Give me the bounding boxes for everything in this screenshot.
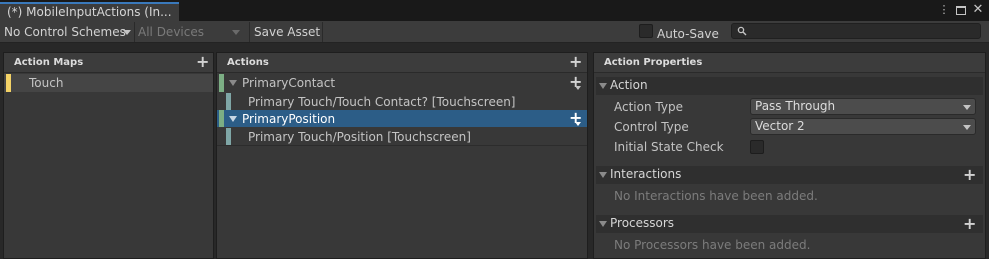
action-properties-header: Action Properties: [594, 53, 985, 73]
actions-panel: Actions + PrimaryContact + Primary Touch…: [216, 52, 588, 259]
chevron-down-icon: [575, 86, 581, 90]
actions-header: Actions +: [217, 53, 587, 73]
chevron-down-icon: [575, 122, 581, 126]
save-asset-button[interactable]: Save Asset: [254, 22, 324, 42]
add-action-map-icon[interactable]: +: [196, 53, 209, 71]
action-type-value: Pass Through: [755, 99, 836, 113]
action-maps-header: Action Maps +: [4, 53, 213, 73]
binding-label: Primary Touch/Position [Touchscreen]: [248, 130, 471, 144]
close-icon[interactable]: ✕: [971, 3, 985, 17]
action-maps-panel: Action Maps + Touch: [3, 52, 214, 259]
action-section-title: Action: [610, 78, 648, 92]
search-icon: [737, 26, 747, 36]
control-type-label: Control Type: [614, 120, 689, 134]
expand-triangle-icon[interactable]: [599, 221, 607, 227]
action-type-label: Action Type: [614, 100, 683, 114]
action-section-header[interactable]: Action: [596, 77, 983, 95]
expand-triangle-icon[interactable]: [599, 172, 607, 178]
auto-save-label: Auto-Save: [657, 27, 719, 41]
action-maps-title: Action Maps: [14, 57, 84, 68]
add-interaction-icon[interactable]: +: [963, 166, 976, 184]
control-type-dropdown[interactable]: Vector 2: [750, 118, 976, 135]
control-schemes-dropdown[interactable]: No Control Schemes: [4, 22, 134, 42]
interactions-section-title: Interactions: [610, 167, 682, 181]
processors-section-title: Processors: [610, 216, 675, 230]
maximize-icon[interactable]: [954, 3, 968, 17]
auto-save-checkbox[interactable]: [639, 24, 653, 38]
action-map-accent: [6, 74, 11, 92]
action-map-item-touch[interactable]: Touch: [4, 74, 213, 92]
action-map-label: Touch: [29, 76, 64, 90]
binding-accent: [226, 128, 231, 146]
action-label: PrimaryPosition: [242, 112, 336, 126]
window-tab-bar: (*) MobileInputActions (In... ⋮ ✕: [0, 0, 989, 21]
more-vert-icon[interactable]: ⋮: [937, 3, 951, 17]
devices-label: All Devices: [138, 25, 204, 39]
initial-state-checkbox[interactable]: [750, 140, 764, 154]
interactions-section-header[interactable]: Interactions +: [596, 166, 983, 184]
action-properties-title: Action Properties: [604, 57, 703, 68]
chevron-down-icon: [963, 105, 971, 110]
action-accent: [219, 110, 224, 127]
devices-dropdown[interactable]: All Devices: [138, 22, 248, 42]
binding-item-position[interactable]: Primary Touch/Position [Touchscreen]: [217, 128, 587, 146]
action-label: PrimaryContact: [242, 76, 336, 90]
window-tab-title: (*) MobileInputActions (In...: [7, 5, 172, 19]
binding-label: Primary Touch/Touch Contact? [Touchscree…: [248, 95, 516, 109]
binding-accent: [226, 93, 231, 111]
add-processor-icon[interactable]: +: [963, 215, 976, 233]
list-divider: [217, 145, 587, 146]
toolbar: No Control Schemes All Devices Save Asse…: [0, 21, 989, 43]
chevron-down-icon: [963, 125, 971, 130]
actions-title: Actions: [227, 57, 269, 68]
expand-triangle-icon[interactable]: [599, 83, 607, 89]
binding-item-touch-contact[interactable]: Primary Touch/Touch Contact? [Touchscree…: [217, 93, 587, 111]
processors-empty-text: No Processors have been added.: [614, 238, 811, 252]
action-accent: [219, 74, 224, 92]
toolbar-divider: [322, 22, 323, 42]
expand-triangle-icon[interactable]: [229, 80, 237, 86]
action-item-primarycontact[interactable]: PrimaryContact +: [217, 73, 587, 92]
action-type-dropdown[interactable]: Pass Through: [750, 98, 976, 115]
search-input[interactable]: [731, 23, 981, 39]
interactions-empty-text: No Interactions have been added.: [614, 189, 818, 203]
control-type-value: Vector 2: [755, 119, 805, 133]
processors-section-header[interactable]: Processors +: [596, 215, 983, 233]
window-tab[interactable]: (*) MobileInputActions (In...: [0, 2, 179, 21]
save-asset-label: Save Asset: [254, 25, 321, 39]
toolbar-divider: [134, 22, 135, 42]
action-item-primaryposition[interactable]: PrimaryPosition +: [217, 109, 587, 127]
expand-triangle-icon[interactable]: [229, 116, 237, 122]
chevron-down-icon: [232, 30, 240, 35]
initial-state-label: Initial State Check: [614, 140, 724, 154]
add-action-icon[interactable]: +: [569, 53, 582, 71]
chevron-down-icon: [123, 30, 131, 35]
toolbar-divider: [249, 22, 250, 42]
control-schemes-label: No Control Schemes: [4, 25, 126, 39]
